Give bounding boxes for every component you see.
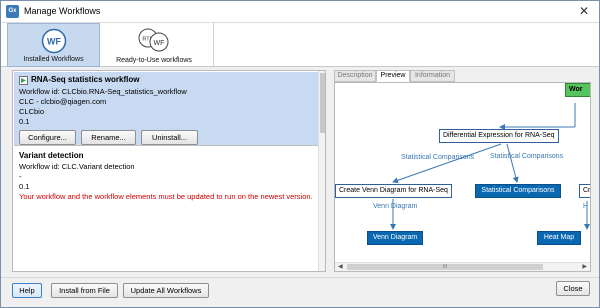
list-scrollbar[interactable]	[318, 71, 325, 271]
heat-map-output-node[interactable]: Heat Map	[537, 231, 581, 245]
workflow-title: Variant detection	[19, 151, 84, 160]
tab-ready-to-use-workflows[interactable]: RTU WF Ready-to-Use workflows	[101, 23, 207, 67]
input-node[interactable]: Wor	[565, 83, 590, 97]
install-from-file-button[interactable]: Install from File	[51, 283, 118, 298]
tab-information[interactable]: Information	[410, 70, 455, 82]
list-item-rna-seq-workflow[interactable]: RNA-Seq statistics workflow Workflow id:…	[14, 72, 319, 146]
tab-divider	[213, 23, 214, 67]
wf-icon-text: WF	[47, 37, 61, 47]
workflow-title: RNA-Seq statistics workflow	[31, 75, 140, 84]
scrollbar-thumb[interactable]	[320, 73, 325, 133]
venn-output-node[interactable]: Venn Diagram	[367, 231, 423, 245]
rtu-wf-icon-text: WF	[154, 40, 165, 47]
workflow-vendor: -	[19, 172, 22, 181]
edge-label-stat-left: Statistical Comparisons	[401, 154, 475, 161]
update-all-workflows-button[interactable]: Update All Workflows	[123, 283, 209, 298]
de-node[interactable]: Differential Expression for RNA-Seq	[439, 129, 559, 143]
help-button[interactable]: Help	[12, 283, 42, 298]
edge-label-heat: H	[583, 203, 589, 210]
edge-label-venn: Venn Diagram	[373, 203, 418, 210]
workflow-vendor: CLCbio	[19, 107, 45, 116]
edge-de-to-stat	[506, 143, 519, 183]
scrollbar-thumb[interactable]: III	[347, 264, 543, 270]
preview-horizontal-scrollbar[interactable]: ◀ III ▶	[335, 262, 590, 271]
footer-divider	[1, 277, 599, 278]
rtu-wf-icon: RTU WF	[138, 28, 169, 52]
workflow-preview-canvas[interactable]: Wor Differential Expression for RNA-Seq …	[334, 82, 591, 272]
tab-ready-to-use-label: Ready-to-Use workflows	[116, 57, 192, 64]
cut-off-node[interactable]: Cr	[579, 184, 590, 198]
scroll-left-icon[interactable]: ◀	[338, 263, 343, 270]
rename-button[interactable]: Rename...	[81, 130, 136, 145]
tab-installed-label: Installed Workflows	[23, 56, 84, 63]
wf-circle-icon: WF	[41, 28, 66, 54]
close-icon[interactable]: ✕	[577, 4, 591, 18]
manage-workflows-window: Gx Manage Workflows ✕ WF Installed Workf…	[0, 0, 600, 308]
stat-output-node[interactable]: Statistical Comparisons	[475, 184, 561, 198]
uninstall-button[interactable]: Uninstall...	[141, 130, 198, 145]
tab-installed-workflows[interactable]: WF Installed Workflows	[7, 23, 100, 67]
configure-button[interactable]: Configure...	[19, 130, 76, 145]
close-button[interactable]: Close	[556, 281, 590, 296]
workflow-detail-panel: Description Preview Information Wor Diff…	[334, 70, 591, 272]
list-item-variant-detection[interactable]: Variant detection Workflow id: CLC.Varia…	[14, 148, 319, 204]
tab-description[interactable]: Description	[334, 70, 376, 82]
title-bar: Gx Manage Workflows ✕	[1, 1, 599, 23]
edge-label-stat-right: Statistical Comparisons	[490, 153, 564, 160]
window-title: Manage Workflows	[24, 6, 101, 16]
workflow-version: 0.1	[19, 182, 30, 191]
update-warning: Your workflow and the workflow elements …	[19, 192, 313, 201]
installed-workflows-list[interactable]: RNA-Seq statistics workflow Workflow id:…	[12, 70, 326, 272]
venn-create-node[interactable]: Create Venn Diagram for RNA-Seq	[335, 184, 452, 198]
scroll-right-icon[interactable]: ▶	[582, 263, 587, 270]
app-icon: Gx	[6, 5, 19, 18]
workflow-contact: CLC - clcbio@qiagen.com	[19, 97, 107, 106]
workflow-version: 0.1	[19, 117, 30, 126]
workflow-category-tabs: WF Installed Workflows RTU WF Ready-to-U…	[1, 23, 599, 67]
workflow-id: Workflow id: CLC.Variant detection	[19, 162, 135, 171]
edge-de-to-venn	[392, 143, 502, 184]
workflow-icon	[19, 76, 28, 85]
tab-preview[interactable]: Preview	[376, 70, 410, 82]
workflow-id: Workflow id: CLCbio.RNA-Seq_statistics_w…	[19, 87, 187, 96]
